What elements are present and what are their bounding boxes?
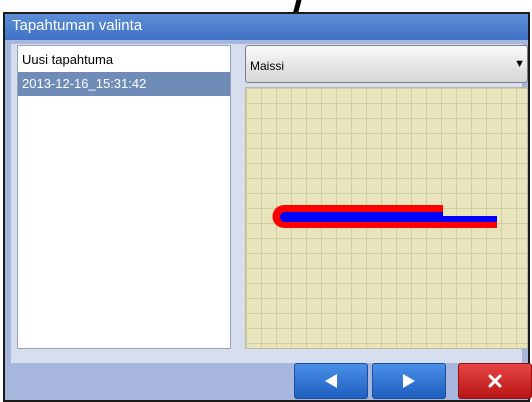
close-button[interactable] bbox=[458, 363, 532, 399]
window-title: Tapahtuman valinta bbox=[12, 17, 143, 34]
event-list[interactable]: Uusi tapahtuma 2013-12-16_15:31:42 bbox=[17, 45, 231, 349]
path-fill bbox=[280, 212, 497, 222]
crop-dropdown[interactable]: Maissi ▼ bbox=[245, 45, 528, 83]
list-item-new-event[interactable]: Uusi tapahtuma bbox=[18, 48, 230, 72]
list-item-event-2013-12-16[interactable]: 2013-12-16_15:31:42 bbox=[18, 72, 230, 96]
left-arrow-icon bbox=[325, 374, 337, 388]
crop-dropdown-value: Maissi bbox=[250, 59, 285, 73]
triangle-down-icon: ▼ bbox=[514, 58, 525, 70]
event-selection-window: Tapahtuman valinta Uusi tapahtuma 2013-1… bbox=[3, 12, 532, 402]
back-button[interactable] bbox=[294, 363, 368, 399]
next-button[interactable] bbox=[372, 363, 446, 399]
right-arrow-icon bbox=[403, 374, 415, 388]
title-bar: Tapahtuman valinta bbox=[5, 14, 528, 40]
field-preview-map bbox=[245, 87, 528, 349]
close-x-icon bbox=[488, 374, 502, 388]
coverage-path-icon bbox=[272, 205, 497, 228]
